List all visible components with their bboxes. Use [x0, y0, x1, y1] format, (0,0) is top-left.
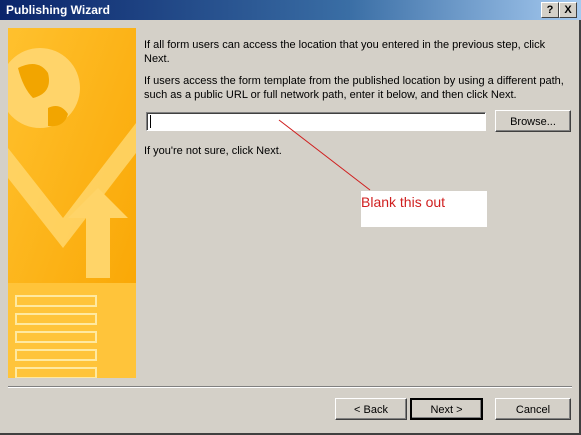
back-button[interactable]: < Back — [335, 398, 407, 420]
annotation-text: Blank this out — [361, 194, 446, 210]
next-button[interactable]: Next > — [410, 398, 483, 420]
cancel-button[interactable]: Cancel — [495, 398, 571, 420]
footer-separator — [8, 386, 572, 388]
annotation-arrow — [278, 119, 371, 191]
